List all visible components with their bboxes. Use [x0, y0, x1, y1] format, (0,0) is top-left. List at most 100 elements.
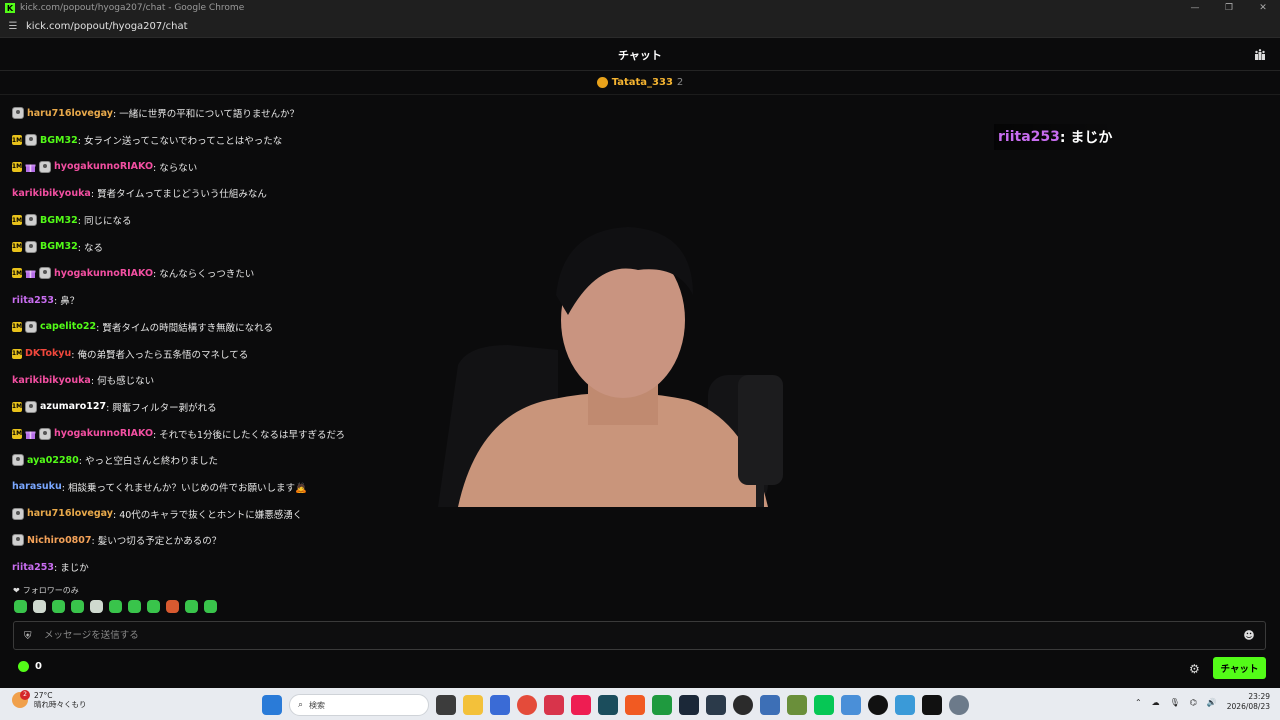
chat-message-text: : 40代のキャラで抜くとホントに嫌悪感湧く [112, 509, 303, 521]
close-icon[interactable]: ✕ [1246, 0, 1280, 16]
brave-icon[interactable] [625, 695, 645, 715]
chat-username[interactable]: azumaro127 [40, 401, 106, 412]
subscriber-badge-icon: 1M [11, 241, 23, 252]
emote-icon[interactable] [166, 600, 179, 613]
chevron-up-icon[interactable]: ⌃ [1135, 698, 1142, 707]
system-tray: ⌃ ☁ 🎙 ⌬ 🔊 23:29 2026/08/23 [1135, 692, 1270, 712]
emote-icon[interactable] [204, 600, 217, 613]
top-gifter-bar[interactable]: Tatata_333 2 [0, 71, 1280, 95]
chat-username[interactable]: karikibikyouka [12, 188, 91, 199]
user-avatar-icon[interactable] [12, 107, 24, 120]
settings-app-icon[interactable] [949, 695, 969, 715]
app-icon[interactable] [652, 695, 672, 715]
emote-icon[interactable] [128, 600, 141, 613]
app-icon[interactable] [706, 695, 726, 715]
chat-input-box[interactable]: ⛨ ☻ [13, 621, 1266, 650]
send-chat-button[interactable]: チャット [1213, 657, 1266, 679]
settings-icon[interactable]: ⚙ [1189, 662, 1200, 676]
emoji-icon[interactable]: ☻ [1243, 629, 1255, 642]
restore-icon[interactable]: ❐ [1212, 0, 1246, 16]
user-avatar-icon[interactable] [25, 214, 37, 227]
chat-username[interactable]: haru716lovegay [27, 508, 113, 519]
microphone-icon[interactable]: 🎙 [1170, 698, 1180, 707]
users-icon[interactable] [1254, 49, 1266, 61]
emote-icon[interactable] [90, 600, 103, 613]
steam-icon[interactable] [679, 695, 699, 715]
chat-message: karikibikyouka: 賢者タイムってまじどういう仕組みなん [12, 180, 612, 207]
emote-bar [14, 600, 217, 613]
task-view-icon[interactable] [436, 695, 456, 715]
chat-message-text: : 髪いつ切る予定とかあるの？ [91, 536, 222, 548]
emote-icon[interactable] [14, 600, 27, 613]
emote-icon[interactable] [52, 600, 65, 613]
emote-icon[interactable] [185, 600, 198, 613]
chat-username[interactable]: karikibikyouka [12, 375, 91, 386]
volume-icon[interactable]: 🔊 [1207, 698, 1217, 707]
channel-points[interactable]: 0 [18, 661, 42, 672]
chat-message-text: : なんならくっつきたい [153, 269, 255, 281]
chat-username[interactable]: BGM32 [40, 215, 78, 226]
chat-username[interactable]: hyogakunnoRIAKO [54, 268, 153, 279]
chat-input[interactable] [44, 630, 1243, 641]
chat-username[interactable]: hyogakunnoRIAKO [54, 161, 153, 172]
chat-username[interactable]: hyogakunnoRIAKO [54, 428, 153, 439]
user-avatar-icon[interactable] [39, 267, 51, 280]
user-avatar-icon[interactable] [12, 454, 24, 467]
weather-widget[interactable]: 2 27°C 晴れ時々くもり [12, 690, 87, 709]
obs-icon[interactable] [733, 695, 753, 715]
gift-badge-icon [25, 164, 36, 172]
chat-username[interactable]: capelito22 [40, 321, 96, 332]
emote-icon[interactable] [147, 600, 160, 613]
user-avatar-icon[interactable] [25, 400, 37, 413]
minimize-icon[interactable]: — [1178, 0, 1212, 16]
emote-icon[interactable] [109, 600, 122, 613]
user-avatar-icon[interactable] [12, 534, 24, 547]
chat-username[interactable]: BGM32 [40, 135, 78, 146]
app-icon[interactable] [490, 695, 510, 715]
subscriber-badge-icon: 1M [11, 428, 23, 439]
chat-username[interactable]: aya02280 [27, 455, 79, 466]
user-avatar-icon[interactable] [25, 240, 37, 253]
chat-username[interactable]: harasuku [12, 481, 62, 492]
user-avatar-icon[interactable] [39, 427, 51, 440]
user-avatar-icon[interactable] [12, 507, 24, 520]
cloud-icon[interactable]: ☁ [1152, 698, 1160, 707]
emote-icon[interactable] [71, 600, 84, 613]
chat-username[interactable]: Nichiro0807 [27, 535, 92, 546]
user-avatar-icon[interactable] [25, 320, 37, 333]
app-icon[interactable] [544, 695, 564, 715]
streamer-video [438, 227, 783, 507]
app-icon[interactable] [922, 695, 942, 715]
window-controls: — ❐ ✕ [1178, 0, 1280, 16]
network-icon[interactable]: ⌬ [1190, 698, 1197, 707]
app-icon[interactable] [841, 695, 861, 715]
emote-icon[interactable] [33, 600, 46, 613]
file-explorer-icon[interactable] [463, 695, 483, 715]
user-avatar-icon[interactable] [39, 160, 51, 173]
stream-overlay-message: riita253 : まじか [994, 124, 1117, 150]
shield-icon[interactable]: ⛨ [24, 631, 34, 642]
chat-username[interactable]: BGM32 [40, 241, 78, 252]
chat-message: 1M hyogakunnoRIAKO: ならない [12, 153, 612, 180]
app-icon[interactable] [895, 695, 915, 715]
subscriber-badge-icon: 1M [11, 161, 23, 172]
minecraft-icon[interactable] [787, 695, 807, 715]
windows-start-icon[interactable] [262, 695, 282, 715]
user-avatar-icon[interactable] [25, 134, 37, 147]
clock[interactable]: 23:29 2026/08/23 [1227, 692, 1270, 712]
address-bar[interactable]: ☰ kick.com/popout/hyoga207/chat [0, 16, 1280, 38]
chat-username[interactable]: riita253 [12, 562, 54, 573]
chat-username[interactable]: haru716lovegay [27, 108, 113, 119]
app-icon[interactable] [598, 695, 618, 715]
taskbar-search[interactable]: ⌕ 検索 [289, 694, 429, 716]
unreal-icon[interactable] [868, 695, 888, 715]
app-icon[interactable] [760, 695, 780, 715]
chat-message-text: : 賢者タイムの時間結構すき無敵になれる [96, 322, 274, 334]
tiktok-icon[interactable] [571, 695, 591, 715]
site-info-icon[interactable]: ☰ [6, 21, 20, 32]
chat-username[interactable]: DKTokyu [25, 348, 71, 359]
chat-username[interactable]: riita253 [12, 295, 54, 306]
line-icon[interactable] [814, 695, 834, 715]
chat-message-text: : 興奮フィルター剥がれる [106, 402, 217, 414]
chrome-icon[interactable] [517, 695, 537, 715]
